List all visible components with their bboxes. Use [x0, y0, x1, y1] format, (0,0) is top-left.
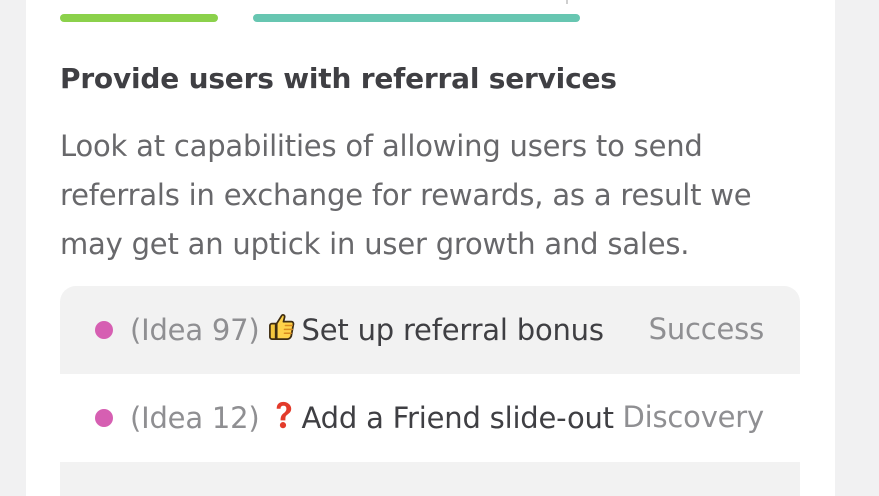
idea-title: Set up referral bonus — [301, 313, 604, 347]
idea-title: Add a Friend slide-out — [301, 401, 615, 435]
idea-id: (Idea 97) — [130, 313, 260, 347]
idea-row-12[interactable]: (Idea 12) Add a Friend slide-out Discove… — [60, 374, 800, 462]
idea-label: (Idea 12) Add a Friend slide-out — [130, 397, 614, 439]
question-mark-icon — [267, 399, 298, 430]
progress-bar-green — [60, 14, 218, 22]
idea-status: Discovery — [622, 400, 765, 434]
referral-section-card: Provide users with referral services Loo… — [26, 0, 835, 496]
thumbs-up-icon — [267, 311, 298, 342]
progress-bar-teal — [253, 14, 580, 22]
idea-label: (Idea 97) Set up referral bonus — [130, 309, 604, 351]
idea-status-dot — [95, 321, 113, 339]
idea-status-dot — [95, 409, 113, 427]
idea-row-97[interactable]: (Idea 97) Set up referral bonus Success — [60, 286, 800, 374]
progress-marker — [566, 0, 568, 4]
section-title: Provide users with referral services — [60, 62, 617, 95]
idea-status: Success — [648, 312, 765, 346]
section-description: Look at capabilities of allowing users t… — [60, 129, 752, 261]
idea-id: (Idea 12) — [130, 401, 260, 435]
idea-row-partial[interactable] — [60, 462, 800, 496]
ideas-list: (Idea 97) Set up referral bonus Success … — [60, 286, 800, 496]
